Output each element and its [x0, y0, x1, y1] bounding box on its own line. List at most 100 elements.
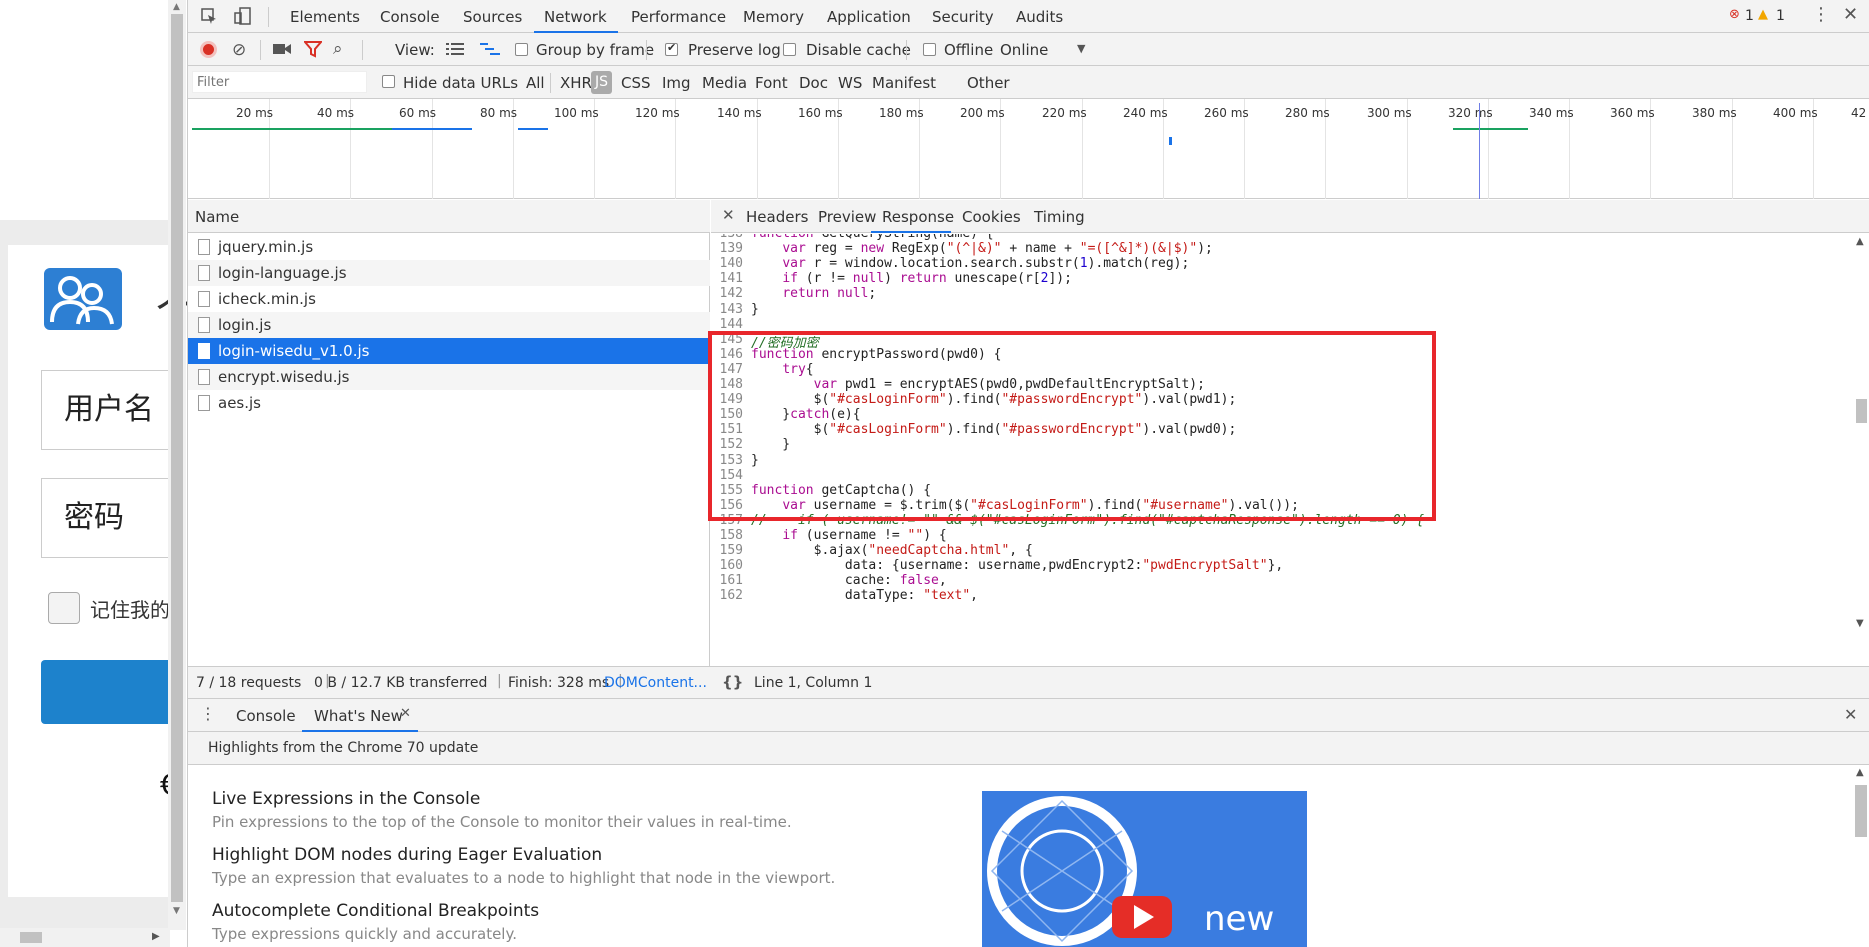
disable-cache-checkbox[interactable] — [783, 43, 796, 56]
error-icon[interactable]: ⊗ — [1729, 7, 1740, 22]
feature-title[interactable]: Highlight DOM nodes during Eager Evaluat… — [212, 845, 602, 865]
transferred-size: 0 B / 12.7 KB transferred — [314, 675, 488, 691]
inspect-element-icon[interactable] — [200, 7, 218, 29]
login-button[interactable] — [41, 660, 176, 724]
page-vertical-scrollbar[interactable]: ▲ ▼ — [168, 0, 186, 930]
page-horizontal-scrollbar[interactable]: ▶ — [0, 928, 170, 947]
request-row[interactable]: icheck.min.js — [188, 286, 710, 312]
feature-title[interactable]: Live Expressions in the Console — [212, 789, 480, 809]
scroll-right-icon[interactable]: ▶ — [152, 931, 160, 942]
filter-img[interactable]: Img — [662, 74, 691, 92]
code-line[interactable]: var reg = new RegExp("(^|&)" + name + "=… — [751, 241, 1213, 256]
tab-whats-new[interactable]: What's New — [314, 707, 403, 725]
filter-font[interactable]: Font — [755, 74, 788, 92]
request-row[interactable]: jquery.min.js — [188, 234, 710, 260]
tab-security[interactable]: Security — [932, 8, 994, 26]
tab-timing[interactable]: Timing — [1034, 208, 1085, 226]
pretty-print-icon[interactable]: {} — [722, 673, 743, 691]
request-row-selected[interactable]: login-wisedu_v1.0.js — [188, 338, 710, 364]
hide-data-urls-checkbox[interactable] — [382, 75, 395, 88]
tab-console[interactable]: Console — [380, 8, 440, 26]
filter-manifest[interactable]: Manifest — [872, 74, 936, 92]
code-line[interactable]: return null; — [751, 286, 876, 301]
code-line[interactable]: function GetQueryString(name) { — [751, 234, 994, 241]
filter-all[interactable]: All — [526, 74, 545, 92]
code-line[interactable]: cache: false, — [751, 573, 947, 588]
code-scrollbar[interactable]: ▲ ▼ — [1852, 234, 1869, 632]
device-toolbar-icon[interactable] — [234, 7, 252, 29]
filter-input[interactable] — [192, 71, 367, 93]
close-drawer-icon[interactable]: ✕ — [1844, 705, 1857, 724]
tab-network[interactable]: Network — [544, 8, 607, 26]
chevron-down-icon[interactable]: ▼ — [1077, 42, 1085, 55]
name-column-header[interactable]: Name — [188, 200, 710, 233]
record-icon[interactable] — [200, 41, 217, 58]
request-row[interactable]: login.js — [188, 312, 710, 338]
filter-media[interactable]: Media — [702, 74, 747, 92]
password-field[interactable]: 密码 — [41, 478, 176, 558]
tab-performance[interactable]: Performance — [631, 8, 726, 26]
close-devtools-icon[interactable]: ✕ — [1843, 4, 1858, 25]
group-by-frame-checkbox[interactable] — [515, 43, 528, 56]
code-line[interactable]: if (r != null) return unescape(r[2]); — [751, 271, 1072, 286]
scroll-up-icon[interactable]: ▲ — [1856, 236, 1864, 247]
filter-icon[interactable] — [302, 40, 324, 62]
drawer-scrollbar[interactable]: ▲ — [1852, 765, 1869, 947]
offline-checkbox[interactable] — [923, 43, 936, 56]
filter-css[interactable]: CSS — [621, 74, 651, 92]
scrollbar-thumb[interactable] — [171, 14, 183, 902]
request-row[interactable]: encrypt.wisedu.js — [188, 364, 710, 390]
timeline-overview[interactable]: 20 ms 40 ms 60 ms 80 ms 100 ms 120 ms 14… — [188, 99, 1869, 199]
throttling-select[interactable]: Online — [1000, 41, 1048, 59]
tab-console[interactable]: Console — [236, 707, 296, 725]
tab-preview[interactable]: Preview — [818, 208, 876, 226]
code-line[interactable]: if (username != "") { — [751, 528, 946, 543]
code-line[interactable]: } — [751, 302, 759, 317]
filter-doc[interactable]: Doc — [799, 74, 828, 92]
code-line[interactable]: var r = window.location.search.substr(1)… — [751, 256, 1189, 271]
more-options-icon[interactable]: ⋮ — [1812, 4, 1830, 25]
clear-icon[interactable]: ⊘ — [232, 40, 246, 60]
code-line[interactable]: dataType: "text", — [751, 588, 978, 603]
preserve-log-checkbox[interactable] — [665, 41, 678, 56]
scroll-down-icon[interactable]: ▼ — [173, 906, 180, 916]
scrollbar-thumb[interactable] — [1855, 785, 1867, 837]
close-icon[interactable]: ✕ — [722, 206, 735, 224]
filter-xhr[interactable]: XHR — [560, 74, 592, 92]
tab-elements[interactable]: Elements — [290, 8, 360, 26]
tab-headers[interactable]: Headers — [746, 208, 808, 226]
remember-checkbox[interactable] — [48, 592, 80, 624]
error-count[interactable]: 1 — [1745, 8, 1754, 24]
warning-icon[interactable]: ▲ — [1758, 7, 1768, 22]
tab-response[interactable]: Response — [882, 208, 954, 226]
request-row[interactable]: aes.js — [188, 390, 710, 416]
close-tab-icon[interactable]: ✕ — [400, 706, 411, 721]
tab-application[interactable]: Application — [827, 8, 911, 26]
code-line[interactable]: data: {username: username,pwdEncrypt2:"p… — [751, 558, 1283, 573]
filter-js[interactable]: JS — [591, 71, 613, 94]
filter-ws[interactable]: WS — [838, 74, 862, 92]
username-field[interactable]: 用户名 — [41, 370, 176, 450]
whats-new-video-thumbnail[interactable]: new — [982, 791, 1307, 947]
search-icon[interactable]: ⌕ — [333, 39, 343, 59]
feature-title[interactable]: Autocomplete Conditional Breakpoints — [212, 901, 539, 921]
waterfall-icon[interactable] — [480, 42, 500, 60]
scroll-up-icon[interactable]: ▲ — [173, 2, 180, 12]
filter-other[interactable]: Other — [967, 74, 1010, 92]
scrollbar-thumb[interactable] — [20, 932, 42, 943]
request-name: aes.js — [218, 394, 261, 412]
scroll-down-icon[interactable]: ▼ — [1856, 618, 1864, 629]
warning-count[interactable]: 1 — [1776, 8, 1785, 24]
code-line[interactable]: $.ajax("needCaptcha.html", { — [751, 543, 1033, 558]
capture-screenshots-icon[interactable] — [272, 41, 292, 61]
tab-sources[interactable]: Sources — [463, 8, 522, 26]
domcontent-loaded[interactable]: DOMContent... — [604, 675, 707, 691]
drawer-menu-icon[interactable]: ⋮ — [200, 704, 216, 723]
request-row[interactable]: login-language.js — [188, 260, 710, 286]
tab-memory[interactable]: Memory — [743, 8, 804, 26]
tab-cookies[interactable]: Cookies — [962, 208, 1021, 226]
scrollbar-thumb[interactable] — [1856, 399, 1867, 423]
scroll-up-icon[interactable]: ▲ — [1856, 767, 1864, 778]
large-rows-icon[interactable] — [446, 42, 464, 60]
tab-audits[interactable]: Audits — [1016, 8, 1063, 26]
